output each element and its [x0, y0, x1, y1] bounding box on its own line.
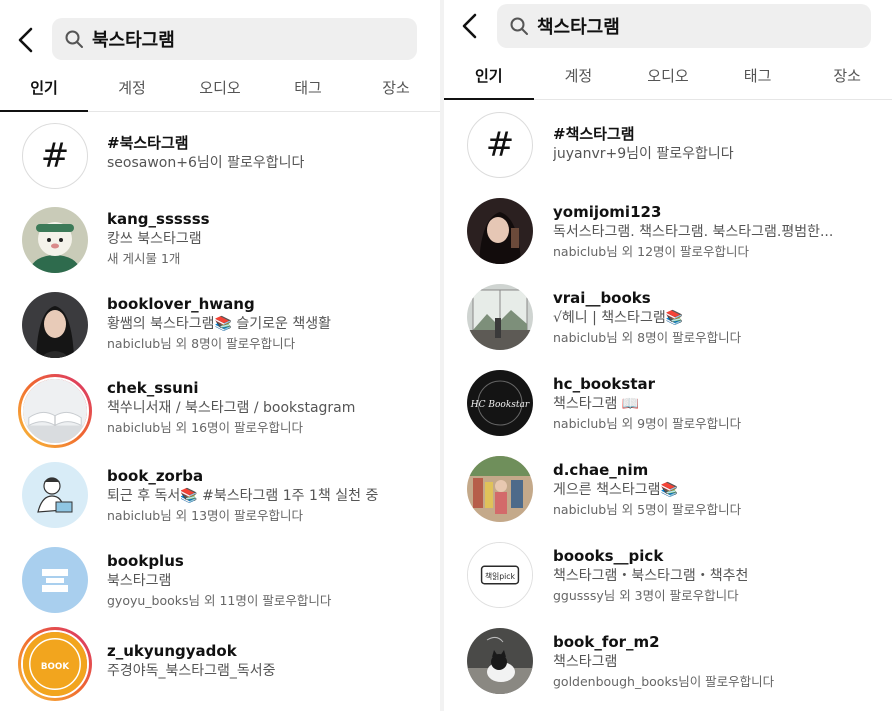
- search-query: 책스타그램: [537, 17, 620, 38]
- result-meta: nabiclub님 외 16명이 팔로우합니다: [107, 420, 304, 435]
- result-subtitle: 황쌤의 북스타그램📚 슬기로운 책생활: [107, 316, 331, 332]
- bookshelf-photo-avatar: [467, 456, 533, 522]
- left-tabs: 인기 계정 오디오 태그 장소: [0, 68, 440, 112]
- cat-photo-avatar: [467, 628, 533, 694]
- hashtag-icon: #: [467, 112, 533, 178]
- tab-accounts[interactable]: 계정: [534, 56, 624, 99]
- chevron-left-icon[interactable]: [12, 20, 42, 60]
- result-subtitle: seosawon+6님이 팔로우합니다: [107, 155, 305, 171]
- result-subtitle: 캉쓰 북스타그램: [107, 231, 202, 247]
- reader-illustration-avatar: [22, 462, 88, 528]
- result-meta: nabiclub님 외 13명이 팔로우합니다: [107, 508, 304, 523]
- result-name: d.chae_nim: [553, 461, 649, 479]
- result-name: boooks__pick: [553, 547, 664, 565]
- result-row[interactable]: 책읽pick boooks__pick 책스타그램・북스타그램・책추천 ggus…: [444, 542, 892, 626]
- result-name: chek_ssuni: [107, 379, 199, 397]
- tab-accounts[interactable]: 계정: [88, 68, 176, 111]
- result-row[interactable]: kang_ssssss 캉쓰 북스타그램 새 게시물 1개: [0, 205, 440, 289]
- result-subtitle: 주경야독_북스타그램_독서중: [107, 663, 276, 679]
- window-view-avatar: [467, 284, 533, 350]
- result-row[interactable]: HC Bookstar hc_bookstar 책스타그램 📖 nabiclub…: [444, 370, 892, 454]
- result-meta: goldenbough_books님이 팔로우합니다: [553, 674, 775, 689]
- search-icon: [509, 16, 529, 36]
- book-archive-logo-avatar: BOOK: [21, 630, 89, 698]
- story-ring[interactable]: [18, 374, 92, 448]
- result-meta: nabiclub님 외 5명이 팔로우합니다: [553, 502, 742, 517]
- result-subtitle: 책쑤니서재 / 북스타그램 / bookstagram: [107, 400, 356, 416]
- result-subtitle: √헤니 | 책스타그램📚: [553, 310, 684, 326]
- result-subtitle: 북스타그램: [107, 573, 172, 589]
- story-ring[interactable]: BOOK: [18, 627, 92, 701]
- result-row[interactable]: d.chae_nim 게으른 책스타그램📚 nabiclub님 외 5명이 팔로…: [444, 456, 892, 540]
- result-row[interactable]: yomijomi123 독서스타그램. 책스타그램. 북스타그램.평범한... …: [444, 198, 892, 282]
- result-subtitle: 독서스타그램. 책스타그램. 북스타그램.평범한...: [553, 224, 834, 240]
- result-row[interactable]: book_zorba 퇴근 후 독서📚 #북스타그램 1주 1책 실천 중 na…: [0, 462, 440, 546]
- result-name: #북스타그램: [107, 134, 189, 152]
- tab-popular[interactable]: 인기: [444, 56, 534, 100]
- booxpick-logo-avatar: 책읽pick: [467, 542, 533, 608]
- cartoon-avatar: [22, 207, 88, 273]
- tab-popular[interactable]: 인기: [0, 68, 88, 112]
- hashtag-icon: #: [22, 123, 88, 189]
- right-search-bar-row: 책스타그램: [444, 4, 892, 52]
- result-row[interactable]: book_for_m2 책스타그램 goldenbough_books님이 팔로…: [444, 628, 892, 711]
- result-meta: nabiclub님 외 12명이 팔로우합니다: [553, 244, 750, 259]
- result-row[interactable]: BOOK z_ukyungyadok 주경야독_북스타그램_독서중: [0, 627, 440, 711]
- bookplus-logo-avatar: [22, 547, 88, 613]
- tab-audio[interactable]: 오디오: [176, 68, 264, 111]
- result-row[interactable]: chek_ssuni 책쑤니서재 / 북스타그램 / bookstagram n…: [0, 374, 440, 458]
- result-name: vrai__books: [553, 289, 651, 307]
- result-name: #책스타그램: [553, 125, 635, 143]
- portrait-avatar: [22, 292, 88, 358]
- right-panel: 책스타그램 인기 계정 오디오 태그 장소 # #책스타그램 juyanvr+9…: [444, 0, 892, 711]
- svg-text:BOOK: BOOK: [41, 662, 70, 672]
- result-subtitle: juyanvr+9님이 팔로우합니다: [553, 146, 734, 162]
- result-name: z_ukyungyadok: [107, 642, 237, 660]
- result-meta: gyoyu_books님 외 11명이 팔로우합니다: [107, 593, 332, 608]
- result-row[interactable]: vrai__books √헤니 | 책스타그램📚 nabiclub님 외 8명이…: [444, 284, 892, 368]
- svg-text:HC Bookstar: HC Bookstar: [470, 400, 530, 410]
- tab-audio[interactable]: 오디오: [623, 56, 713, 99]
- result-name: yomijomi123: [553, 203, 662, 221]
- result-name: book_zorba: [107, 467, 204, 485]
- result-name: booklover_hwang: [107, 295, 255, 313]
- result-row[interactable]: booklover_hwang 황쌤의 북스타그램📚 슬기로운 책생활 nabi…: [0, 290, 440, 374]
- result-subtitle: 게으른 책스타그램📚: [553, 482, 678, 498]
- result-name: kang_ssssss: [107, 210, 210, 228]
- hc-bookstar-logo-avatar: HC Bookstar: [467, 370, 533, 436]
- result-meta: 새 게시물 1개: [107, 251, 181, 266]
- portrait-avatar: [467, 198, 533, 264]
- result-row[interactable]: bookplus 북스타그램 gyoyu_books님 외 11명이 팔로우합니…: [0, 547, 440, 631]
- result-subtitle: 책스타그램: [553, 654, 618, 670]
- result-name: book_for_m2: [553, 633, 660, 651]
- result-meta: ggusssy님 외 3명이 팔로우합니다: [553, 588, 739, 603]
- left-panel: 북스타그램 인기 계정 오디오 태그 장소 # #북스타그램 seosawon+…: [0, 0, 440, 711]
- result-row[interactable]: # #책스타그램 juyanvr+9님이 팔로우합니다: [444, 112, 892, 196]
- right-tabs: 인기 계정 오디오 태그 장소: [444, 56, 892, 100]
- result-meta: nabiclub님 외 8명이 팔로우합니다: [553, 330, 742, 345]
- tab-tags[interactable]: 태그: [264, 68, 352, 111]
- search-input[interactable]: 책스타그램: [497, 4, 871, 48]
- result-meta: nabiclub님 외 8명이 팔로우합니다: [107, 336, 296, 351]
- result-subtitle: 책스타그램 📖: [553, 396, 640, 412]
- tab-places[interactable]: 장소: [352, 68, 440, 111]
- search-input[interactable]: 북스타그램: [52, 18, 417, 60]
- tab-tags[interactable]: 태그: [713, 56, 803, 99]
- result-name: hc_bookstar: [553, 375, 656, 393]
- result-name: bookplus: [107, 552, 184, 570]
- result-row[interactable]: # #북스타그램 seosawon+6님이 팔로우합니다: [0, 121, 440, 205]
- chevron-left-icon[interactable]: [456, 6, 486, 46]
- tab-places[interactable]: 장소: [802, 56, 892, 99]
- result-subtitle: 퇴근 후 독서📚 #북스타그램 1주 1책 실천 중: [107, 488, 379, 504]
- result-meta: nabiclub님 외 9명이 팔로우합니다: [553, 416, 742, 431]
- search-query: 북스타그램: [92, 30, 175, 51]
- open-book-avatar: [21, 377, 89, 445]
- svg-text:책읽pick: 책읽pick: [485, 571, 516, 581]
- left-search-bar-row: 북스타그램: [0, 16, 440, 64]
- result-subtitle: 책스타그램・북스타그램・책추천: [553, 568, 749, 584]
- search-icon: [64, 29, 84, 49]
